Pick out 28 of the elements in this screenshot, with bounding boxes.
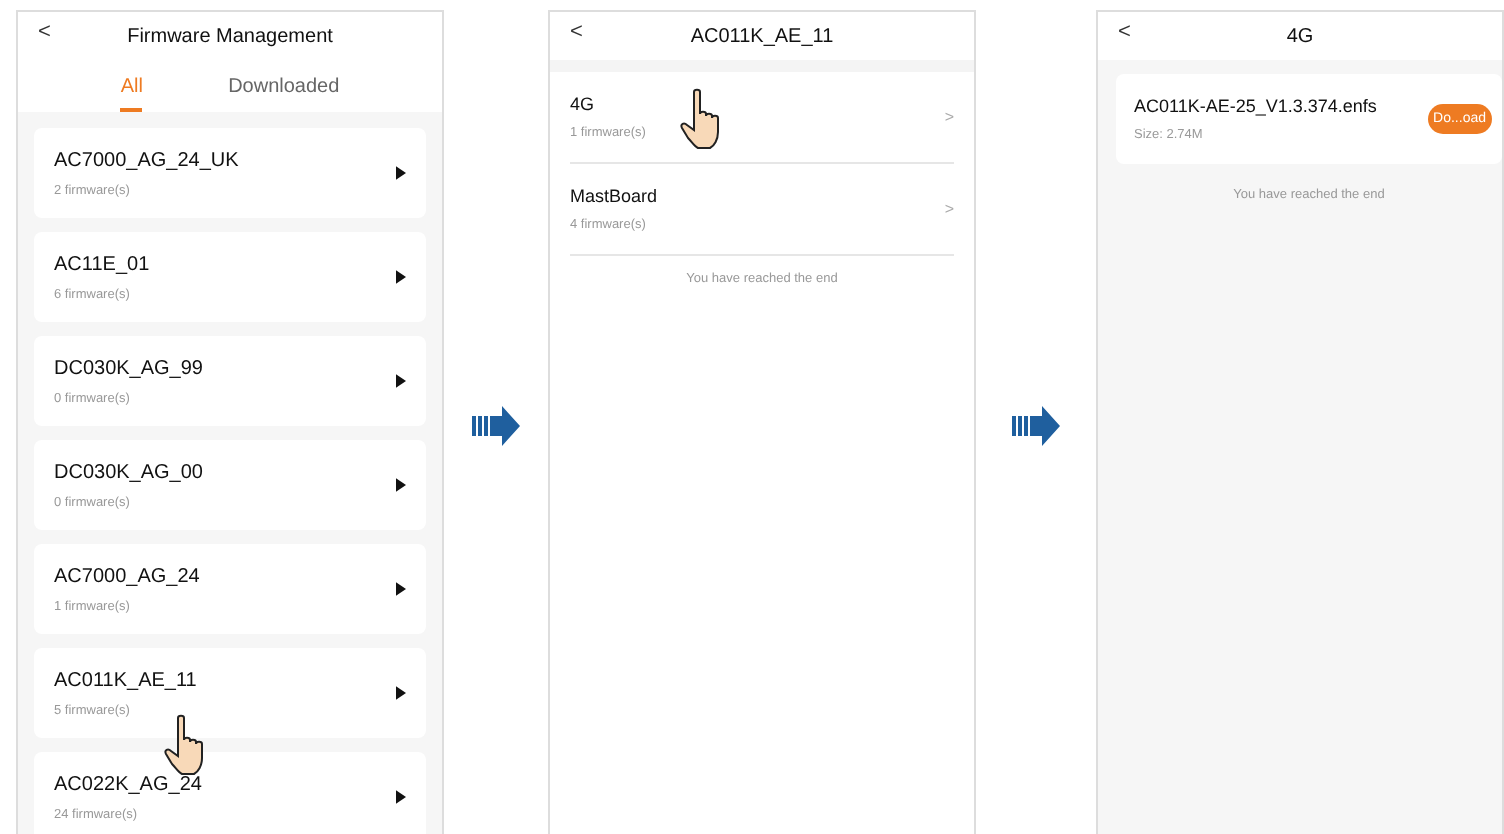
module-name: 4G [570,94,597,114]
device-name: DC030K_AG_00 [54,461,205,483]
play-arrow-icon [396,374,406,388]
chevron: > [944,200,954,218]
tab[interactable]: Downloaded [228,76,340,112]
device-name: AC7000_AG_24 [54,565,202,587]
device-name: DC030K_AG_99 [54,357,205,379]
device-name: AC011K_AE_11 [54,669,199,691]
right-arrow-icon [472,406,520,446]
screen-title: AC011K_AE_11 [690,25,834,47]
back-button[interactable]: < [570,20,583,44]
play-arrow-icon [396,270,406,284]
back-button[interactable]: < [38,20,51,44]
play-arrow-icon [396,686,406,700]
play-arrow-icon [396,790,406,804]
device-name: AC11E_01 [54,253,152,275]
chevron: > [944,108,954,126]
device-name: AC022K_AG_24 [54,773,204,795]
right-arrow-icon [1012,406,1060,446]
play-arrow-icon [396,166,406,180]
module-name: MastBoard [570,186,660,206]
back-button[interactable]: < [1118,20,1131,44]
screen-title: Firmware Management [127,25,333,47]
play-arrow-icon [396,478,406,492]
device-name: AC7000_AG_24_UK [54,149,241,171]
file-name: AC011K-AE-25_V1.3.374.enfs [1134,96,1379,116]
screen-title: 4G [1286,25,1314,47]
play-arrow-icon [396,582,406,596]
